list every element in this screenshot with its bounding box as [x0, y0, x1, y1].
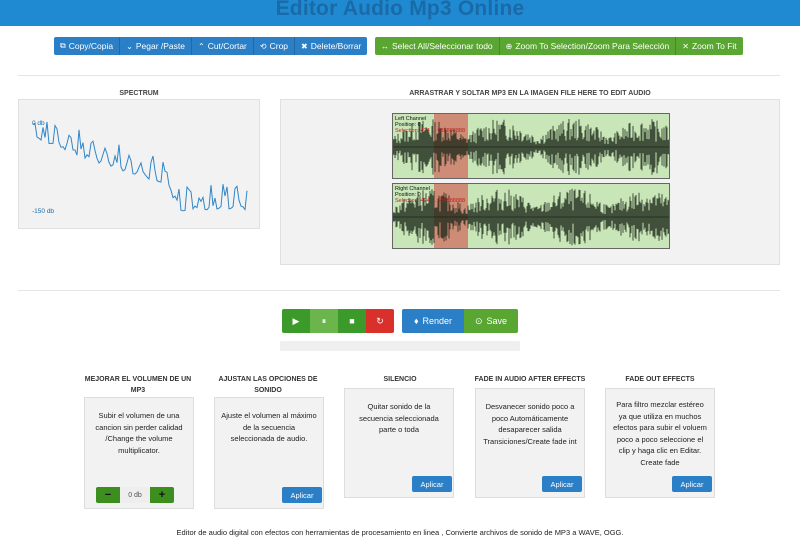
delete-button[interactable]: ✖ Delete/Borrar — [295, 37, 368, 55]
expand-icon: ✕ — [682, 41, 689, 51]
stop-icon: ■ — [349, 316, 355, 326]
decrease-button[interactable]: − — [96, 487, 120, 503]
divider — [18, 290, 780, 291]
arrows-horizontal-icon: ↔ — [381, 41, 389, 51]
card-title-fade-in: FADE IN AUDIO AFTER EFFECTS — [474, 376, 586, 383]
save-icon: ⊙ — [474, 315, 483, 326]
save-label: Save — [486, 316, 508, 326]
apply-button[interactable]: Aplicar — [672, 476, 712, 492]
right-channel-info: Right Channel Position: 0 Selection: 424… — [395, 186, 465, 204]
left-channel-selection: Selection: 424 ... 638888888 — [395, 128, 466, 134]
delete-label: Delete/Borrar — [310, 41, 362, 51]
waveform-title: ARRASTRAR Y SOLTAR MP3 EN LA IMAGEN FILE… — [409, 90, 651, 97]
spectrum-title: SPECTRUM — [119, 90, 159, 97]
loop-button[interactable]: ↻ — [366, 309, 394, 333]
select-toolbar: ↔ Select All/Seleccionar todo ⊕ Zoom To Se… — [375, 37, 743, 55]
edit-toolbar: ⧉ Copy/Copia ⌄ Pegar /Paste ⌃ Cut/Cortar ⟲ C… — [54, 37, 368, 55]
paste-label: Pegar /Paste — [135, 41, 185, 51]
cut-button[interactable]: ⌃ Cut/Cortar — [191, 37, 254, 55]
card-title-fade-out: FADE OUT EFFECTS — [625, 376, 695, 383]
play-button[interactable]: ▶ — [282, 309, 310, 333]
plus-icon: + — [158, 489, 166, 501]
pause-button[interactable]: ⏸ — [310, 309, 338, 333]
footer-text: Editor de audio digital con efectos con … — [176, 528, 624, 537]
header-bar: Editor Audio Mp3 Online — [0, 0, 800, 26]
fire-icon: ♦ — [413, 316, 419, 326]
output-controls: ♦ Render ⊙ Save — [402, 309, 518, 333]
close-icon: ✖ — [301, 41, 308, 51]
pause-icon: ⏸ — [321, 315, 327, 326]
volume-value[interactable]: 0 db — [120, 487, 150, 503]
select-all-label: Select All/Seleccionar todo — [392, 41, 493, 51]
crop-icon: ⟲ — [259, 41, 267, 51]
paste-button[interactable]: ⌄ Pegar /Paste — [120, 37, 192, 55]
zoom-fit-label: Zoom To Fit — [691, 41, 737, 51]
zoom-selection-label: Zoom To Selection/Zoom Para Selección — [515, 41, 670, 51]
divider — [18, 75, 780, 76]
card-title-volume: MEJORAR EL VOLUMEN DE UN MP3 — [84, 376, 192, 394]
right-channel-waveform[interactable]: Right Channel Position: 0 Selection: 424… — [392, 183, 670, 249]
card-text: Quitar sonido de la secuencia selecciona… — [359, 402, 439, 434]
spectrum-panel: 0 db -150 db — [18, 99, 260, 229]
playback-controls: ▶ ⏸ ■ ↻ — [282, 309, 394, 333]
render-button[interactable]: ♦ Render — [402, 309, 464, 333]
app-title: Editor Audio Mp3 Online — [275, 0, 525, 20]
card-title-normalize: AJUSTAN LAS OPCIONES DE SONIDO — [218, 376, 318, 394]
save-button[interactable]: ⊙ Save — [464, 309, 518, 333]
copy-button[interactable]: ⧉ Copy/Copia — [54, 37, 121, 55]
copy-label: Copy/Copia — [68, 41, 114, 51]
card-text: Ajuste el volumen al máximo de la secuen… — [221, 411, 317, 443]
crop-label: Crop — [269, 41, 289, 51]
stop-button[interactable]: ■ — [338, 309, 366, 333]
spectrum-top-label: 0 db — [32, 120, 45, 127]
volume-stepper: − 0 db + — [96, 487, 174, 503]
zoom-in-icon: ⊕ — [505, 41, 513, 51]
apply-button[interactable]: Aplicar — [412, 476, 452, 492]
minus-icon: − — [104, 489, 112, 501]
apply-button[interactable]: Aplicar — [282, 487, 322, 503]
increase-button[interactable]: + — [150, 487, 174, 503]
zoom-selection-button[interactable]: ⊕ Zoom To Selection/Zoom Para Selección — [499, 37, 677, 55]
crop-button[interactable]: ⟲ Crop — [253, 37, 296, 55]
copy-icon: ⧉ — [60, 41, 66, 50]
card-text: Subir el volumen de una cancion sin perd… — [95, 411, 183, 455]
right-channel-selection: Selection: 424 ... 638888888 — [395, 198, 466, 204]
card-text: Para filtro mezclar estéreo ya que utili… — [613, 400, 707, 467]
spectrum-plot — [32, 121, 248, 212]
waveform-panel[interactable]: Left Channel Position: 0 Selection: 424 … — [280, 99, 780, 265]
render-progress-bar — [280, 341, 520, 351]
card-text: Desvanecer sonido poco a poco Automática… — [483, 402, 577, 446]
play-icon: ▶ — [292, 315, 300, 326]
chevron-down-icon: ⌄ — [126, 41, 133, 51]
zoom-fit-button[interactable]: ✕ Zoom To Fit — [676, 37, 743, 55]
apply-button[interactable]: Aplicar — [542, 476, 582, 492]
spectrum-bottom-label: -150 db — [32, 208, 55, 215]
card-title-silence: SILENCIO — [383, 376, 417, 383]
chevron-up-icon: ⌃ — [197, 41, 205, 51]
select-all-button[interactable]: ↔ Select All/Seleccionar todo — [375, 37, 500, 55]
refresh-icon: ↻ — [376, 315, 384, 326]
cut-label: Cut/Cortar — [207, 41, 247, 51]
left-channel-info: Left Channel Position: 0 Selection: 424 … — [395, 116, 465, 134]
render-label: Render — [422, 316, 453, 326]
left-channel-waveform[interactable]: Left Channel Position: 0 Selection: 424 … — [392, 113, 670, 179]
